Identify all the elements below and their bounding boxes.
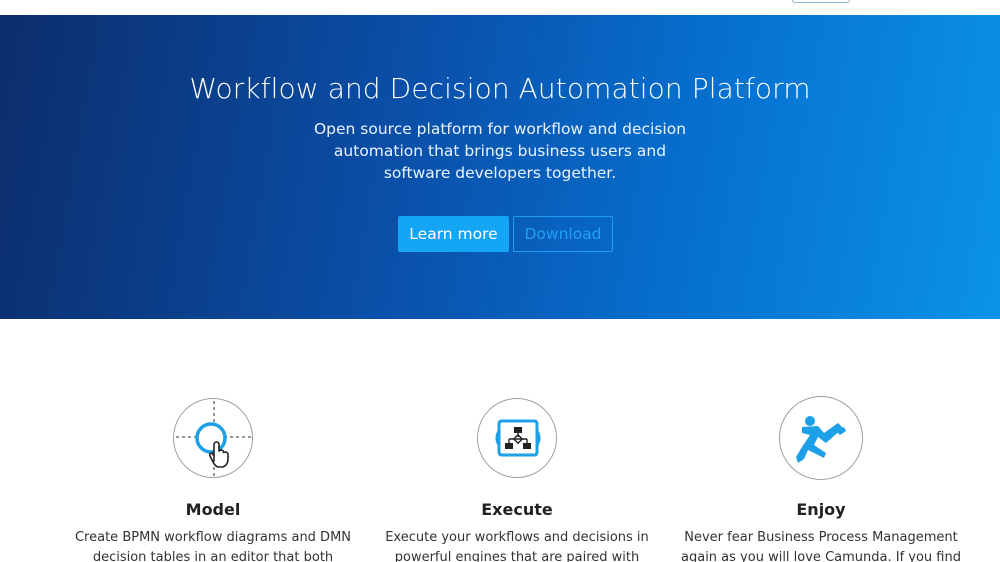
feature-text-model: Create BPMN workflow diagrams and DMN de… (74, 530, 352, 562)
page: Workflow and Decision Automation Platfor… (0, 0, 1000, 562)
model-cursor-icon (173, 398, 253, 478)
feature-title-enjoy: Enjoy (796, 500, 846, 519)
execute-flowchart-icon (477, 398, 557, 478)
enjoy-figure-icon (779, 396, 863, 480)
feature-text-execute: Execute your workflows and decisions in … (385, 530, 649, 562)
hero-section: Workflow and Decision Automation Platfor… (0, 15, 1000, 319)
nav-button[interactable] (792, 0, 850, 3)
feature-title-model: Model (185, 500, 241, 519)
feature-title-execute: Execute (481, 500, 553, 519)
learn-more-button[interactable]: Learn more (398, 216, 509, 252)
hero-subtitle: Open source platform for workflow and de… (313, 120, 687, 182)
hero-title: Workflow and Decision Automation Platfor… (189, 72, 811, 105)
feature-text-enjoy: Never fear Business Process Management a… (681, 530, 961, 562)
download-button[interactable]: Download (513, 216, 613, 252)
top-navigation-bar (0, 0, 1000, 15)
